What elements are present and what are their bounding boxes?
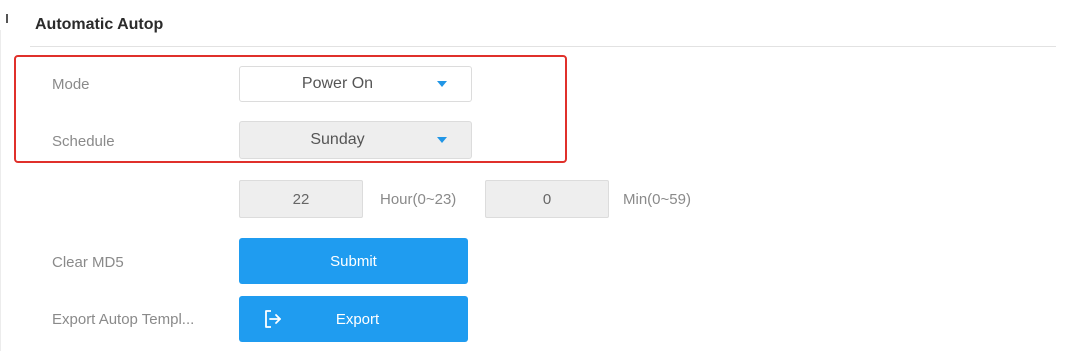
window-edge-line (0, 30, 1, 351)
submit-button[interactable]: Submit (239, 238, 468, 284)
submit-button-label: Submit (330, 252, 377, 270)
minute-input[interactable]: 0 (485, 180, 609, 218)
mode-select-value: Power On (301, 75, 374, 92)
mode-label: Mode (52, 76, 90, 93)
export-icon (265, 310, 281, 328)
mode-select[interactable]: Power On (239, 66, 472, 102)
schedule-select[interactable]: Sunday (239, 121, 472, 159)
schedule-label: Schedule (52, 133, 115, 150)
window-edge-mark (6, 14, 8, 23)
export-button[interactable]: Export (239, 296, 468, 342)
chevron-down-icon (437, 81, 447, 87)
hour-input[interactable]: 22 (239, 180, 363, 218)
export-template-label: Export Autop Templ... (52, 311, 195, 328)
section-divider (30, 46, 1056, 47)
section-title: Automatic Autop (35, 16, 164, 33)
minute-range-label: Min(0~59) (623, 191, 691, 208)
hour-range-label: Hour(0~23) (380, 191, 457, 208)
export-button-label: Export (335, 310, 380, 328)
schedule-select-value: Sunday (310, 131, 365, 148)
clear-md5-label: Clear MD5 (52, 254, 124, 271)
chevron-down-icon (437, 137, 447, 143)
